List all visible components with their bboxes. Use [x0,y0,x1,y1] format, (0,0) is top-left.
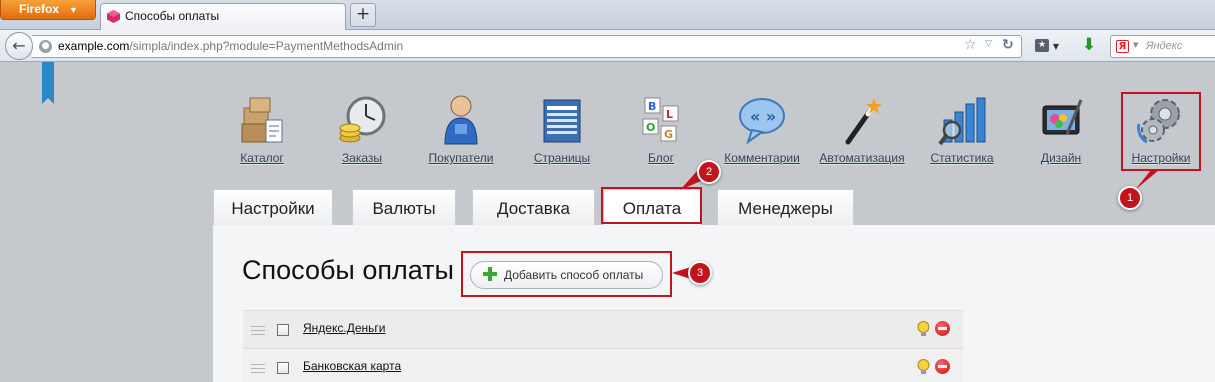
menu-label-orders: Заказы [341,151,383,165]
menu-item-blog[interactable]: B L O G Блог [636,94,686,174]
reload-icon[interactable]: ↻ [1002,37,1014,53]
menu-label-automation: Автоматизация [819,151,905,165]
svg-text:G: G [664,128,673,141]
search-placeholder: Яндекс [1146,40,1183,52]
back-arrow-icon: ← [12,36,26,55]
browser-navigation-bar: ● example.com/simpla/index.php?module=Pa… [0,30,1215,62]
tab-settings[interactable]: Настройки [213,189,333,225]
design-icon [1042,99,1083,135]
browser-tab-strip: Firefox ▼ Способы оплаты + [0,0,1215,30]
menu-label-blog: Блог [648,151,674,165]
payment-method-link[interactable]: Яндекс.Деньги [303,321,385,335]
downloads-button[interactable]: ⬇ [1078,35,1100,57]
menu-item-catalog[interactable]: Каталог [231,94,293,174]
menu-label-pages: Страницы [533,151,591,165]
annotation-badge-1: 1 [1118,186,1142,210]
list-item: Яндекс.Деньги [243,310,963,348]
back-button[interactable]: ← [5,32,33,60]
url-domain: example.com [58,39,130,53]
tab-title: Способы оплаты [125,9,220,23]
svg-text:« »: « » [750,107,776,126]
delete-icon[interactable] [935,321,950,336]
menu-label-comments: Комментарии [724,151,800,165]
search-engine-dropdown-icon[interactable]: ▼ [1133,41,1138,49]
row-checkbox[interactable] [277,324,289,336]
menu-label-statistics: Статистика [930,151,994,165]
menu-item-pages[interactable]: Страницы [532,94,592,174]
menu-item-comments[interactable]: « » Комментарии [720,94,804,174]
svg-text:B: B [648,100,656,113]
bookmark-star-icon[interactable]: ☆ [964,37,977,53]
statistics-icon [938,97,986,146]
firefox-menu-label: Firefox [19,2,60,16]
search-bar[interactable]: Я ▼ Яндекс [1110,35,1215,58]
list-item: Банковская карта [243,348,963,382]
download-arrow-icon: ⬇ [1081,35,1097,55]
url-text[interactable]: example.com/simpla/index.php?module=Paym… [58,36,403,57]
bookmarks-icon: ★ [1035,39,1049,52]
url-path: /simpla/index.php?module=PaymentMethodsA… [129,39,404,53]
delete-icon[interactable] [935,359,950,374]
browser-tab[interactable]: Способы оплаты [100,3,346,30]
tab-delivery[interactable]: Доставка [472,189,595,225]
bookmarks-dropdown-icon: ▼ [1052,42,1059,51]
svg-text:L: L [666,108,673,121]
tab-managers[interactable]: Менеджеры [717,189,854,225]
content-area: Способы оплаты Добавить способ оплаты Ян… [213,225,1215,382]
annotation-box-settings [1121,92,1201,171]
menu-item-design[interactable]: Дизайн [1038,94,1084,174]
new-tab-button[interactable]: + [350,3,376,27]
firefox-menu-button[interactable]: Firefox ▼ [0,0,96,20]
drag-handle-icon[interactable] [251,364,265,374]
chevron-down-icon: ▼ [69,5,78,15]
enabled-lightbulb-icon[interactable] [917,359,930,375]
pages-icon [543,99,581,143]
menu-item-statistics[interactable]: Статистика [928,94,996,174]
magic-wand-icon [845,98,882,145]
drag-handle-icon[interactable] [251,326,265,336]
menu-item-automation[interactable]: Автоматизация [816,94,908,174]
yandex-logo-icon: Я [1116,40,1129,53]
simpla-favicon-icon [107,10,120,23]
history-dropdown-icon[interactable]: ▽ [985,39,992,49]
payment-methods-list: Яндекс.Деньги Банковская карта [243,310,963,382]
orders-clock-icon [339,96,386,143]
globe-icon: ● [39,40,52,53]
menu-label-catalog: Каталог [240,151,284,165]
page-title: Способы оплаты [242,255,454,285]
address-bar[interactable]: ● example.com/simpla/index.php?module=Pa… [32,35,1022,58]
bookmarks-menu-button[interactable]: ★ ▼ [1031,35,1063,57]
annotation-badge-3: 3 [688,261,712,285]
settings-sub-tabs: Настройки Валюты Доставка Оплата Менедже… [213,189,953,225]
menu-label-customers: Покупатели [428,151,494,165]
payment-method-link[interactable]: Банковская карта [303,359,401,373]
menu-item-customers[interactable]: Покупатели [426,94,496,174]
catalog-boxes-icon [241,97,283,143]
svg-text:O: O [646,121,655,134]
enabled-lightbulb-icon[interactable] [917,321,930,337]
customer-icon [444,95,478,145]
menu-item-orders[interactable]: Заказы [331,94,393,174]
tab-currencies[interactable]: Валюты [352,189,456,225]
annotation-box-payment-tab [601,187,702,224]
blog-blocks-icon: B L O G [642,97,679,142]
row-checkbox[interactable] [277,362,289,374]
comments-icon: « » [739,98,785,145]
menu-label-design: Дизайн [1040,151,1082,165]
annotation-badge-2: 2 [697,160,721,184]
annotation-box-add-button [461,251,672,297]
main-menu: Каталог Заказы Покупатели Страницы B L O… [0,62,1215,187]
